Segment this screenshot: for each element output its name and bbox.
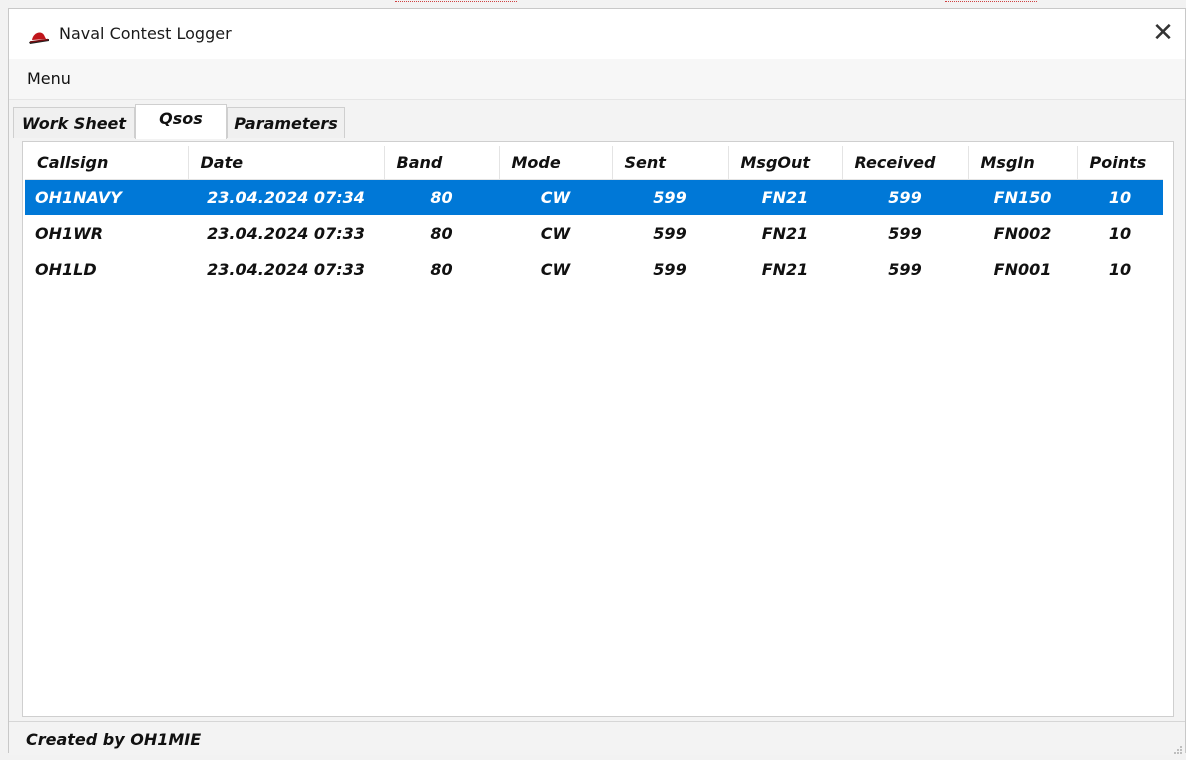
column-header-date[interactable]: Date (188, 146, 385, 180)
title-bar: Naval Contest Logger ✕ (9, 9, 1185, 59)
background-mark (395, 1, 517, 4)
cell-msgin: FN150 (968, 179, 1077, 215)
cell-msgin: FN001 (993, 259, 1052, 279)
cell-callsign: OH1LD (35, 259, 97, 279)
cell-received: 599 (842, 179, 968, 215)
cell-date: 23.04.2024 07:33 (207, 223, 365, 243)
cell-points: 10 (1077, 179, 1163, 215)
tab-strip: Work Sheet Qsos Parameters (9, 104, 1185, 141)
cell-msgout: FN21 (761, 223, 809, 243)
cell-sent: 599 (612, 179, 728, 215)
app-window: Naval Contest Logger ✕ Menu Work Sheet Q… (8, 8, 1186, 755)
column-header-mode[interactable]: Mode (499, 146, 613, 180)
cell-msgout: FN21 (728, 179, 842, 215)
cell-band: 80 (430, 223, 453, 243)
background-mark (945, 1, 1037, 4)
cell-received: 599 (888, 223, 922, 243)
tab-work-sheet[interactable]: Work Sheet (13, 107, 135, 138)
column-header-sent[interactable]: Sent (612, 146, 729, 180)
cell-callsign: OH1NAVY (25, 179, 188, 215)
resize-grip-icon[interactable] (1171, 741, 1183, 754)
cell-points: 10 (1108, 223, 1132, 243)
cell-sent: 599 (653, 223, 687, 243)
column-header-msgin[interactable]: MsgIn (968, 146, 1078, 180)
cell-band: 80 (430, 259, 453, 279)
tab-parameters[interactable]: Parameters (227, 107, 345, 138)
qso-table: Callsign Date Band Mode Sent MsgOut Rece… (25, 146, 1163, 287)
background-decor (0, 0, 1186, 8)
menu-bar: Menu (9, 59, 1185, 100)
cell-mode: CW (540, 223, 571, 243)
column-header-callsign[interactable]: Callsign (25, 146, 189, 180)
status-text: Created by OH1MIE (26, 730, 202, 749)
table-row[interactable]: OH1NAVY 23.04.2024 07:34 80 CW 599 FN21 … (25, 179, 1163, 215)
qsos-panel: Callsign Date Band Mode Sent MsgOut Rece… (22, 141, 1174, 717)
column-header-points[interactable]: Points (1077, 146, 1163, 180)
app-icon (27, 25, 51, 49)
cell-msgout: FN21 (761, 259, 809, 279)
cell-sent: 599 (653, 259, 687, 279)
table-row[interactable]: OH1LD 23.04.2024 07:33 80 CW 599 FN21 59… (25, 251, 1163, 287)
cell-date: 23.04.2024 07:33 (207, 259, 365, 279)
column-header-msgout[interactable]: MsgOut (728, 146, 843, 180)
cell-callsign: OH1WR (35, 223, 104, 243)
window-title: Naval Contest Logger (59, 24, 232, 43)
tab-qsos[interactable]: Qsos (135, 104, 227, 139)
cell-msgin: FN002 (993, 223, 1052, 243)
status-bar: Created by OH1MIE (9, 721, 1185, 755)
cell-band: 80 (384, 179, 499, 215)
column-header-received[interactable]: Received (842, 146, 969, 180)
table-header: Callsign Date Band Mode Sent MsgOut Rece… (25, 146, 1163, 180)
menu-item-menu[interactable]: Menu (27, 69, 71, 88)
cell-mode: CW (499, 179, 612, 215)
table-row[interactable]: OH1WR 23.04.2024 07:33 80 CW 599 FN21 59… (25, 215, 1163, 251)
cell-points: 10 (1108, 259, 1132, 279)
cell-date: 23.04.2024 07:34 (188, 179, 384, 215)
close-icon[interactable]: ✕ (1147, 17, 1179, 49)
cell-received: 599 (888, 259, 922, 279)
column-header-band[interactable]: Band (384, 146, 500, 180)
cell-mode: CW (540, 259, 571, 279)
